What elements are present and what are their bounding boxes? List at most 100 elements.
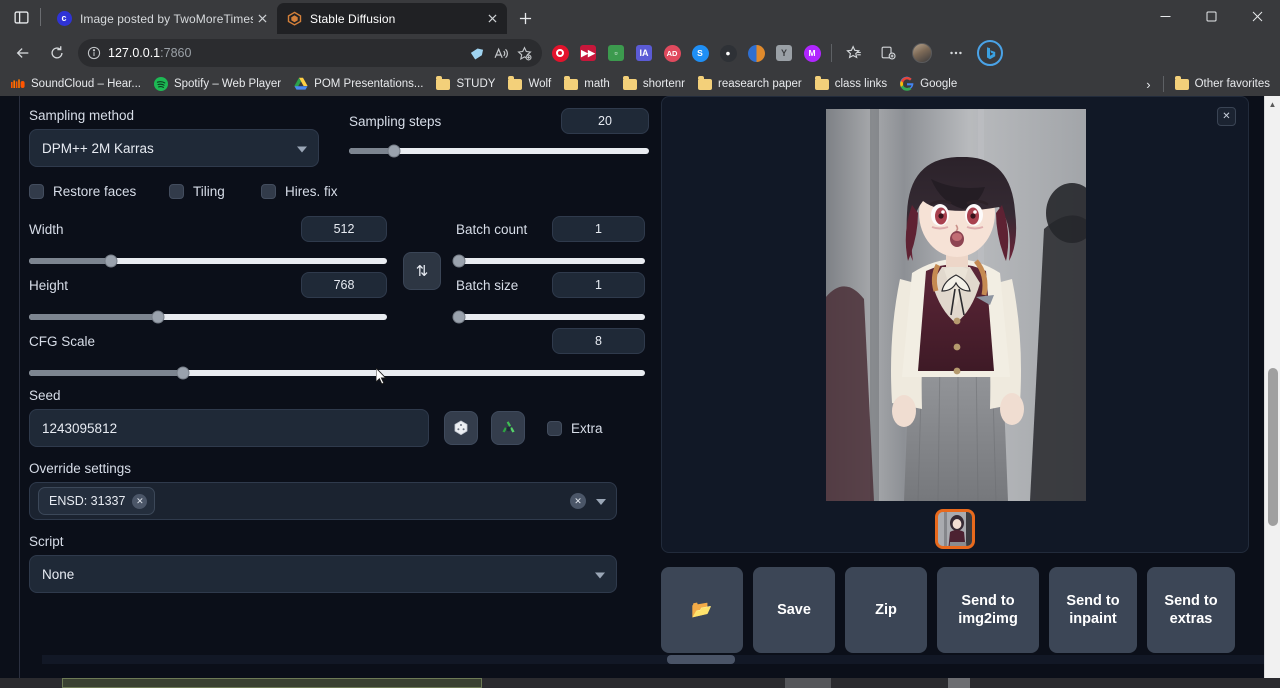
tab-close-icon[interactable] — [483, 10, 501, 28]
read-aloud-icon[interactable] — [488, 41, 512, 65]
bookmarks-overflow-chevron-icon[interactable]: › — [1138, 77, 1158, 92]
script-dropdown[interactable]: None — [29, 555, 617, 593]
result-thumbnail[interactable] — [935, 509, 975, 549]
add-favorite-icon[interactable] — [512, 41, 536, 65]
bookmark-pom-presentations[interactable]: POM Presentations... — [287, 74, 429, 94]
sampling-steps-slider[interactable] — [349, 148, 649, 154]
bookmark-spotify[interactable]: Spotify – Web Player — [147, 74, 287, 94]
send-to-inpaint-button[interactable]: Send to inpaint — [1049, 567, 1137, 653]
batch-count-slider[interactable] — [456, 258, 645, 264]
tab-close-icon[interactable] — [253, 10, 271, 28]
navigation-bar: 127.0.0.1:7860 ▶▶ ▫ IA AD S ● — [0, 34, 1280, 72]
batch-size-slider[interactable] — [456, 314, 645, 320]
sampling-method-dropdown[interactable]: DPM++ 2M Karras — [29, 129, 319, 167]
back-button[interactable] — [8, 38, 38, 68]
taskbar-item[interactable] — [785, 678, 831, 688]
video-downloader-icon[interactable]: ▶▶ — [575, 40, 601, 66]
tiling-checkbox[interactable]: Tiling — [169, 184, 261, 199]
bookmark-google[interactable]: Google — [893, 74, 963, 94]
result-gallery: ✕ — [661, 96, 1249, 553]
cfg-scale-value[interactable]: 8 — [552, 328, 645, 354]
bookmark-folder-math[interactable]: math — [557, 74, 616, 94]
batch-size-value[interactable]: 1 — [552, 272, 645, 298]
sampling-method-label: Sampling method — [29, 108, 319, 123]
override-setting-tag[interactable]: ENSD: 31337 ✕ — [38, 487, 155, 515]
cfg-scale-slider[interactable] — [29, 370, 645, 376]
seed-label: Seed — [29, 388, 629, 403]
override-settings-label: Override settings — [29, 461, 629, 476]
price-tag-icon[interactable] — [464, 41, 488, 65]
vertical-scrollbar-thumb[interactable] — [1268, 368, 1278, 526]
other-favorites-folder[interactable]: Other favorites — [1168, 74, 1276, 94]
swap-dimensions-button[interactable]: ⇅ — [403, 252, 441, 290]
save-button[interactable]: Save — [753, 567, 835, 653]
reuse-seed-recycle-button[interactable] — [491, 411, 525, 445]
browser-window: c Image posted by TwoMoreTimes Stable Di… — [0, 0, 1280, 688]
scroll-up-arrow-icon[interactable]: ▲ — [1265, 96, 1280, 112]
info-circle-icon[interactable] — [82, 41, 106, 65]
random-seed-dice-button[interactable] — [444, 411, 478, 445]
folder-icon — [435, 76, 451, 92]
address-bar[interactable]: 127.0.0.1:7860 — [78, 39, 542, 67]
location-pin-icon[interactable]: ● — [715, 40, 741, 66]
close-window-button[interactable] — [1234, 0, 1280, 32]
override-settings-field[interactable]: ENSD: 31337 ✕ ✕ — [29, 482, 617, 520]
clear-all-icon[interactable]: ✕ — [570, 493, 586, 509]
horizontal-scrollbar[interactable] — [42, 655, 1279, 664]
tag-remove-icon[interactable]: ✕ — [132, 494, 147, 509]
restore-faces-label: Restore faces — [53, 184, 136, 199]
monica-ai-icon[interactable]: M — [799, 40, 825, 66]
tab-title: Image posted by TwoMoreTimes — [80, 12, 253, 26]
hires-fix-checkbox[interactable]: Hires. fix — [261, 184, 338, 199]
opera-gx-icon[interactable] — [547, 40, 573, 66]
reload-button[interactable] — [42, 38, 72, 68]
maximize-button[interactable] — [1188, 0, 1234, 32]
vertical-scrollbar[interactable]: ▲ ▼ — [1264, 96, 1280, 688]
bookmark-folder-research-paper[interactable]: reasearch paper — [691, 74, 808, 94]
bookmark-folder-shortenr[interactable]: shortenr — [616, 74, 691, 94]
tab-stable-diffusion[interactable]: Stable Diffusion — [277, 3, 507, 34]
trash-cleaner-icon[interactable]: ▫ — [603, 40, 629, 66]
batch-count-value[interactable]: 1 — [552, 216, 645, 242]
folder-icon — [814, 76, 830, 92]
open-folder-button[interactable]: 📂 — [661, 567, 743, 653]
zip-button[interactable]: Zip — [845, 567, 927, 653]
width-value[interactable]: 512 — [301, 216, 387, 242]
height-value[interactable]: 768 — [301, 272, 387, 298]
bookmark-soundcloud[interactable]: SoundCloud – Hear... — [4, 74, 147, 94]
profile-avatar[interactable] — [907, 38, 937, 68]
favorites-icon[interactable] — [839, 38, 869, 68]
tab-list-icon[interactable] — [6, 2, 36, 32]
tab-reddit-image[interactable]: c Image posted by TwoMoreTimes — [47, 3, 277, 34]
taskbar-item[interactable] — [948, 678, 970, 688]
chevron-down-icon[interactable] — [596, 492, 606, 510]
generated-image[interactable] — [826, 109, 1086, 501]
seed-input[interactable]: 1243095812 — [29, 409, 429, 447]
yandex-icon[interactable]: Y — [771, 40, 797, 66]
internet-archive-icon[interactable]: IA — [631, 40, 657, 66]
sampling-steps-value[interactable]: 20 — [561, 108, 649, 134]
settings-more-icon[interactable] — [941, 38, 971, 68]
adblock-icon[interactable]: AD — [659, 40, 685, 66]
height-slider[interactable] — [29, 314, 387, 320]
chevron-down-icon — [595, 567, 605, 582]
shazam-icon[interactable]: S — [687, 40, 713, 66]
minimize-button[interactable] — [1142, 0, 1188, 32]
send-to-img2img-button[interactable]: Send to img2img — [937, 567, 1039, 653]
horizontal-scrollbar-thumb[interactable] — [667, 655, 735, 664]
restore-faces-checkbox[interactable]: Restore faces — [29, 184, 169, 199]
taskbar-window-preview[interactable] — [62, 678, 482, 688]
bookmark-label: Google — [920, 78, 957, 90]
extra-checkbox[interactable]: Extra — [547, 421, 603, 436]
bookmark-folder-study[interactable]: STUDY — [429, 74, 501, 94]
color-picker-icon[interactable] — [743, 40, 769, 66]
new-tab-button[interactable] — [511, 4, 539, 32]
url-text: 127.0.0.1:7860 — [106, 46, 464, 60]
bookmark-folder-wolf[interactable]: Wolf — [501, 74, 557, 94]
bing-copilot-icon[interactable] — [975, 38, 1005, 68]
collections-icon[interactable] — [873, 38, 903, 68]
width-slider[interactable] — [29, 258, 387, 264]
send-to-extras-button[interactable]: Send to extras — [1147, 567, 1235, 653]
close-icon[interactable]: ✕ — [1217, 107, 1236, 126]
bookmark-folder-class-links[interactable]: class links — [808, 74, 893, 94]
